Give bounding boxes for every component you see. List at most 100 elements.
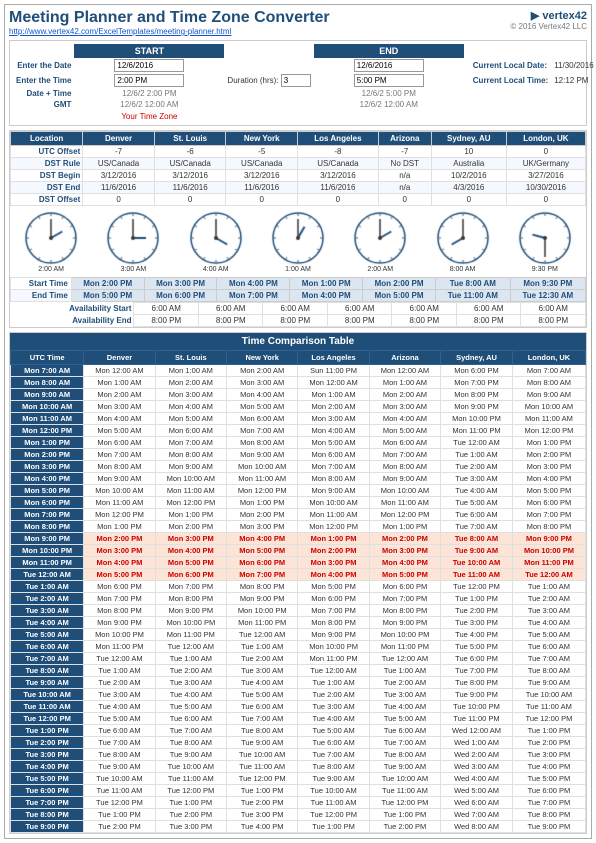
clock-face bbox=[517, 210, 573, 266]
table-row: Tue 9:00 PMTue 2:00 PMTue 3:00 PMTue 4:0… bbox=[11, 821, 586, 833]
date-time-row: Date + Time 12/6/2 2:00 PM 12/6/2 5:00 P… bbox=[13, 88, 596, 99]
end-date-input[interactable] bbox=[354, 59, 424, 72]
current-date-value: 11/30/2016 bbox=[551, 58, 596, 73]
table-row: Tue 1:00 AMMon 6:00 PMMon 7:00 PMMon 8:0… bbox=[11, 581, 586, 593]
table-row: Mon 7:00 AMMon 12:00 AMMon 1:00 AMMon 2:… bbox=[11, 365, 586, 377]
table-row: Tue 12:00 AMMon 5:00 PMMon 6:00 PMMon 7:… bbox=[11, 569, 586, 581]
location-row: DST RuleUS/CanadaUS/CanadaUS/CanadaUS/Ca… bbox=[11, 158, 586, 170]
clock-arizona: 2:00 AM bbox=[343, 210, 417, 273]
table-row: Mon 10:00 PMMon 3:00 PMMon 4:00 PMMon 5:… bbox=[11, 545, 586, 557]
col-sydney: Sydney, AU bbox=[431, 132, 506, 146]
table-row: Mon 10:00 AMMon 3:00 AMMon 4:00 AMMon 5:… bbox=[11, 401, 586, 413]
col-location: Location bbox=[11, 132, 83, 146]
table-row: Tue 3:00 PMTue 8:00 AMTue 9:00 AMTue 10:… bbox=[11, 749, 586, 761]
your-tz-row: Your Time Zone bbox=[13, 110, 596, 122]
input-section: START END Enter the Date Curre bbox=[9, 40, 587, 126]
clock-time-label: 4:00 AM bbox=[203, 266, 229, 273]
clock-face bbox=[105, 210, 161, 266]
col-la: Los Angeles bbox=[298, 132, 379, 146]
start-time-row: Start TimeMon 2:00 PMMon 3:00 PMMon 4:00… bbox=[11, 278, 586, 290]
table-row: Mon 6:00 PMMon 11:00 AMMon 12:00 PMMon 1… bbox=[11, 497, 586, 509]
current-date-label: Current Local Date: bbox=[470, 58, 551, 73]
avail-start-row: Availability Start6:00 AM6:00 AM6:00 AM6… bbox=[10, 303, 586, 315]
table-row: Mon 8:00 PMMon 1:00 PMMon 2:00 PMMon 3:0… bbox=[11, 521, 586, 533]
start-date-input[interactable] bbox=[114, 59, 184, 72]
clock-time-label: 2:00 AM bbox=[38, 266, 64, 273]
table-row: Tue 7:00 PMTue 12:00 PMTue 1:00 PMTue 2:… bbox=[11, 797, 586, 809]
table-row: Tue 8:00 AMTue 1:00 AMTue 2:00 AMTue 3:0… bbox=[11, 665, 586, 677]
table-row: Tue 2:00 AMMon 7:00 PMMon 8:00 PMMon 9:0… bbox=[11, 593, 586, 605]
end-gmt: 12/6/2 12:00 AM bbox=[314, 99, 464, 110]
duration-input[interactable] bbox=[281, 74, 311, 87]
input-table: START END Enter the Date Curre bbox=[13, 44, 596, 122]
end-time-row: End TimeMon 5:00 PMMon 6:00 PMMon 7:00 P… bbox=[11, 290, 586, 302]
clock-face bbox=[270, 210, 326, 266]
table-row: Tue 8:00 PMTue 1:00 PMTue 2:00 PMTue 3:0… bbox=[11, 809, 586, 821]
table-row: Mon 3:00 PMMon 8:00 AMMon 9:00 AMMon 10:… bbox=[11, 461, 586, 473]
enter-date-row: Enter the Date Current Local Date: 11/30… bbox=[13, 58, 596, 73]
logo: ▶ vertex42 bbox=[510, 9, 587, 22]
col-london: London, UK bbox=[506, 132, 585, 146]
location-header-row: Location Denver St. Louis New York Los A… bbox=[11, 132, 586, 146]
comp-header-row: UTC TimeDenverSt. LouisNew YorkLos Angel… bbox=[11, 351, 586, 365]
end-datetime: 12/6/2 5:00 PM bbox=[314, 88, 464, 99]
times-table: Start TimeMon 2:00 PMMon 3:00 PMMon 4:00… bbox=[10, 277, 586, 302]
current-time-label: Current Local Time: bbox=[470, 73, 551, 88]
col-denver: Denver bbox=[83, 132, 155, 146]
location-section: Location Denver St. Louis New York Los A… bbox=[9, 130, 587, 328]
clock-london--uk: 9:30 PM bbox=[508, 210, 582, 273]
enter-date-label: Enter the Date bbox=[13, 58, 74, 73]
comparison-title: Time Comparison Table bbox=[10, 333, 586, 350]
start-time-input[interactable] bbox=[114, 74, 184, 87]
enter-time-row: Enter the Time Duration (hrs): Current L… bbox=[13, 73, 596, 88]
gmt-label: GMT bbox=[13, 99, 74, 110]
app-title: Meeting Planner and Time Zone Converter bbox=[9, 9, 330, 27]
table-row: Tue 1:00 PMTue 6:00 AMTue 7:00 AMTue 8:0… bbox=[11, 725, 586, 737]
comparison-table: UTC TimeDenverSt. LouisNew YorkLos Angel… bbox=[10, 350, 586, 833]
location-row: DST Begin3/12/20163/12/20163/12/20163/12… bbox=[11, 170, 586, 182]
clock-time-label: 3:00 AM bbox=[121, 266, 147, 273]
table-row: Tue 6:00 PMTue 11:00 AMTue 12:00 PMTue 1… bbox=[11, 785, 586, 797]
table-row: Tue 3:00 AMMon 8:00 PMMon 9:00 PMMon 10:… bbox=[11, 605, 586, 617]
availability-table: Availability Start6:00 AM6:00 AM6:00 AM6… bbox=[10, 302, 586, 327]
app-container: Meeting Planner and Time Zone Converter … bbox=[4, 4, 592, 839]
col-arizona: Arizona bbox=[378, 132, 431, 146]
table-row: Mon 2:00 PMMon 7:00 AMMon 8:00 AMMon 9:0… bbox=[11, 449, 586, 461]
table-row: Tue 9:00 AMTue 2:00 AMTue 3:00 AMTue 4:0… bbox=[11, 677, 586, 689]
clocks-container: 2:00 AM3:00 AM4:00 AM1:00 AM2:00 AM8:00 … bbox=[10, 206, 586, 277]
header-labels-row: START END bbox=[13, 44, 596, 58]
clock-new-york: 4:00 AM bbox=[179, 210, 253, 273]
table-row: Mon 4:00 PMMon 9:00 AMMon 10:00 AMMon 11… bbox=[11, 473, 586, 485]
clock-time-label: 2:00 AM bbox=[367, 266, 393, 273]
clock-face bbox=[23, 210, 79, 266]
clock-time-label: 1:00 AM bbox=[285, 266, 311, 273]
location-row: DST End11/6/201611/6/201611/6/201611/6/2… bbox=[11, 182, 586, 194]
clock-time-label: 9:30 PM bbox=[532, 266, 558, 273]
app-link[interactable]: http://www.vertex42.com/ExcelTemplates/m… bbox=[9, 27, 330, 36]
table-row: Tue 11:00 AMTue 4:00 AMTue 5:00 AMTue 6:… bbox=[11, 701, 586, 713]
table-row: Tue 5:00 AMMon 10:00 PMMon 11:00 PMTue 1… bbox=[11, 629, 586, 641]
gmt-row: GMT 12/6/2 12:00 AM 12/6/2 12:00 AM bbox=[13, 99, 596, 110]
table-row: Mon 1:00 PMMon 6:00 AMMon 7:00 AMMon 8:0… bbox=[11, 437, 586, 449]
title-area: Meeting Planner and Time Zone Converter … bbox=[9, 9, 330, 36]
date-time-label: Date + Time bbox=[13, 88, 74, 99]
avail-end-row: Availability End8:00 PM8:00 PM8:00 PM8:0… bbox=[10, 315, 586, 327]
location-row: DST Offset0000000 bbox=[11, 194, 586, 206]
end-time-input[interactable] bbox=[354, 74, 424, 87]
table-row: Mon 7:00 PMMon 12:00 PMMon 1:00 PMMon 2:… bbox=[11, 509, 586, 521]
col-newyork: New York bbox=[226, 132, 298, 146]
table-row: Mon 12:00 PMMon 5:00 AMMon 6:00 AMMon 7:… bbox=[11, 425, 586, 437]
clock-denver: 2:00 AM bbox=[14, 210, 88, 273]
table-row: Tue 2:00 PMTue 7:00 AMTue 8:00 AMTue 9:0… bbox=[11, 737, 586, 749]
clock-face bbox=[188, 210, 244, 266]
start-header: START bbox=[74, 44, 224, 58]
enter-time-label: Enter the Time bbox=[13, 73, 74, 88]
col-stlouis: St. Louis bbox=[154, 132, 226, 146]
table-row: Tue 6:00 AMMon 11:00 PMTue 12:00 AMTue 1… bbox=[11, 641, 586, 653]
table-row: Tue 5:00 PMTue 10:00 AMTue 11:00 AMTue 1… bbox=[11, 773, 586, 785]
logo-area: ▶ vertex42 © 2016 Vertex42 LLC bbox=[510, 9, 587, 31]
table-row: Tue 7:00 AMTue 12:00 AMTue 1:00 AMTue 2:… bbox=[11, 653, 586, 665]
clock-st--louis: 3:00 AM bbox=[96, 210, 170, 273]
comparison-section: Time Comparison Table UTC TimeDenverSt. … bbox=[9, 332, 587, 834]
start-datetime: 12/6/2 2:00 PM bbox=[74, 88, 224, 99]
